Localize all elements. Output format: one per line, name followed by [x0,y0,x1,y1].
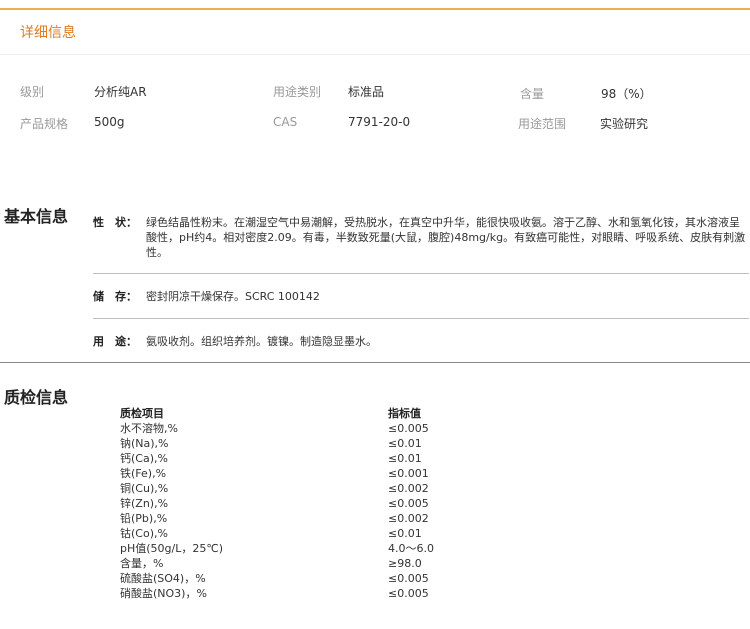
row-divider [93,273,749,274]
quality-item: pH值(50g/L，25℃) [120,542,224,555]
quality-value: ≤0.01 [388,527,422,540]
detail-info-tab[interactable]: 详细信息 [20,22,76,42]
quality-value: ≤0.01 [388,452,422,465]
info-row-appearance: 性 状： 绿色结晶性粉末。在潮湿空气中易潮解，受热脱水，在真空中升华，能很快吸收… [93,215,749,263]
quality-item: 铅(Pb),% [120,512,168,525]
attr-value-spec: 500g [94,115,125,129]
quality-info-heading: 质检信息 [4,388,69,407]
quality-item: 铜(Cu),% [120,482,169,495]
section-divider [0,362,750,363]
attr-label-grade: 级别 [20,85,45,99]
info-label-appearance: 性 状： [93,216,137,229]
attr-value-usage-scope: 实验研究 [600,117,649,131]
quality-header-value: 指标值 [388,407,421,420]
row-divider [93,318,749,319]
attr-label-spec: 产品规格 [20,117,69,131]
info-label-usage: 用 途： [93,335,137,348]
quality-item: 钠(Na),% [120,437,169,450]
quality-value: ≤0.005 [388,497,429,510]
info-text-storage: 密封阴凉干燥保存。SCRC 100142 [146,290,320,303]
quality-item: 铁(Fe),% [120,467,167,480]
info-text-appearance: 绿色结晶性粉末。在潮湿空气中易潮解，受热脱水，在真空中升华，能很快吸收氨。溶于乙… [146,216,746,259]
attr-label-cas: CAS [273,115,298,129]
attr-value-content: 98（%） [601,87,652,101]
info-row-storage: 储 存： 密封阴凉干燥保存。SCRC 100142 [93,289,749,304]
quality-item: 水不溶物,% [120,422,178,435]
quality-value: ≤0.005 [388,422,429,435]
quality-item: 钴(Co),% [120,527,168,540]
quality-value: 4.0～6.0 [388,542,434,555]
info-row-usage: 用 途： 氨吸收剂。组织培养剂。镀镍。制造隐显墨水。 [93,334,749,349]
quality-item: 钙(Ca),% [120,452,168,465]
info-text-usage: 氨吸收剂。组织培养剂。镀镍。制造隐显墨水。 [146,335,377,348]
quality-item: 硝酸盐(NO3)，% [120,587,207,600]
quality-value: ≤0.002 [388,482,429,495]
quality-value: ≤0.002 [388,512,429,525]
quality-value: ≤0.005 [388,572,429,585]
quality-value: ≤0.005 [388,587,429,600]
quality-item: 硫酸盐(SO4)，% [120,572,206,585]
quality-value: ≤0.01 [388,437,422,450]
quality-header-item: 质检项目 [120,407,164,420]
attr-value-cas: 7791-20-0 [348,115,411,129]
attr-value-usage-category: 标准品 [348,85,385,99]
attr-label-content: 含量 [520,87,545,101]
quality-value: ≥98.0 [388,557,422,570]
quality-value: ≤0.001 [388,467,429,480]
quality-item: 锌(Zn),% [120,497,169,510]
info-label-storage: 储 存： [93,290,137,303]
basic-info-heading: 基本信息 [4,207,69,226]
quality-item: 含量，% [120,557,164,570]
attr-value-grade: 分析纯AR [94,85,147,99]
tab-divider [0,54,750,55]
attr-label-usage-category: 用途类别 [273,85,322,99]
top-accent-rule [0,8,750,10]
attr-label-usage-scope: 用途范围 [518,117,567,131]
